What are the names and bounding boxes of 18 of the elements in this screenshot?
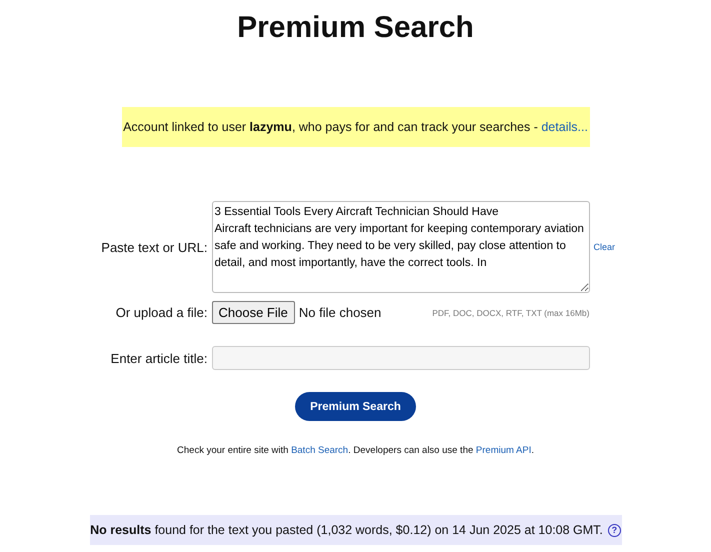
title-label: Enter article title: [110, 350, 208, 366]
file-status: No file chosen [298, 305, 382, 320]
upload-label: Or upload a file: [114, 305, 208, 320]
file-types-hint: PDF, DOC, DOCX, RTF, TXT (max 16Mb) [432, 308, 590, 318]
help-icon[interactable]: ? [608, 524, 621, 536]
premium-api-link[interactable]: Premium API [476, 445, 532, 456]
details-link[interactable]: details... [541, 120, 588, 134]
result-text: No results found for the text you pasted (1,032 words, $0.12) on 14 Jun 2025 at 10:08 GMT. [90, 523, 603, 537]
footer-text: Check your entire site with Batch Search. Developers can also use the Premium API. [177, 445, 534, 456]
paste-label: Paste text or URL: [100, 240, 208, 254]
paste-textarea[interactable]: 3 Essential Tools Every Aircraft Technician Should Have Aircraft technicians are very important for keeping contemporary aviation safe and working. They need to be very skilled, pay close attention to detail, and most importantly, have the correct tools. In [212, 201, 590, 293]
choose-file-button[interactable]: Choose File [212, 301, 295, 324]
notice-text: Account linked to user lazymu, who pays for and can track your searches - details... [123, 120, 588, 134]
title-input[interactable] [212, 346, 590, 370]
clear-link[interactable]: Clear [594, 242, 644, 252]
premium-search-button[interactable]: Premium Search [295, 392, 416, 421]
page-title: Premium Search [237, 10, 474, 46]
batch-search-link[interactable]: Batch Search [291, 445, 348, 456]
